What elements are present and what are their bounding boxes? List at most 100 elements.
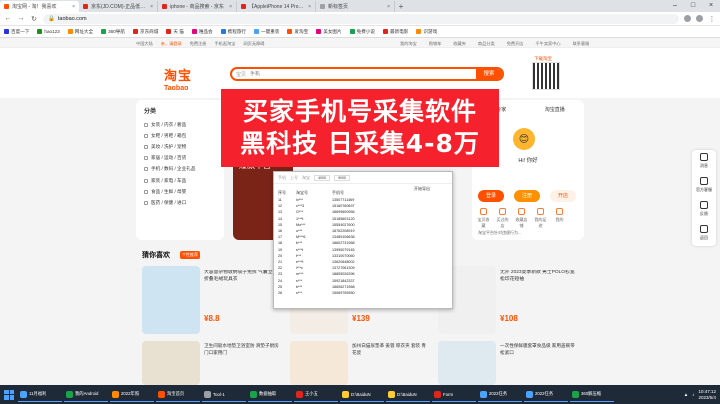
product-card[interactable]: 无外 2023夏季新款 男士POLO衫宽松印花短袖 ¥108 (438, 266, 578, 334)
user-shortcut[interactable]: 收藏店铺 (514, 208, 529, 229)
category-item[interactable]: 食品 / 生鲜 / 母婴 (144, 186, 216, 197)
notice-text[interactable]: 淘宝平台针对违规行为... (478, 230, 521, 236)
app-option[interactable]: 上号 (290, 175, 298, 181)
sidebar-button[interactable]: 反馈 (692, 198, 716, 222)
user-shortcut[interactable]: 宝贝收藏 (476, 208, 491, 229)
taskbar-item[interactable]: 11月福利 (18, 387, 62, 402)
open-shop-button[interactable]: 开店 (550, 190, 576, 202)
taskbar-item[interactable]: D:\BaiduN (340, 387, 384, 402)
bookmark-item[interactable]: 爱淘宝 (287, 29, 308, 35)
category-item[interactable]: 美妆 / 洗护 / 宠物 (144, 141, 216, 152)
app-option[interactable]: 手机 (278, 175, 286, 181)
windows-start-icon[interactable] (2, 388, 16, 402)
close-window-icon[interactable]: × (702, 0, 720, 12)
sidebar-button[interactable]: 官方客服 (692, 174, 716, 198)
export-button[interactable]: 开始导出 (414, 186, 430, 192)
browser-tab[interactable]: iphone - 商品搜索 - 京东 × (158, 1, 237, 12)
my-taobao-link[interactable]: 我的淘宝 (400, 41, 417, 47)
network-icon[interactable]: ▲ (684, 392, 688, 397)
bookmark-item[interactable]: 网址大全 (67, 29, 93, 35)
mobile-link[interactable]: 手机逛淘宝 (214, 41, 235, 47)
browser-tab[interactable]: 淘宝网 - 淘！我喜欢 × (0, 1, 79, 12)
browser-tab[interactable]: 京东(JD.COM)-正品低价、品质保障 × (79, 1, 158, 12)
product-card[interactable]: 加州白猫尿垫革 姜蓉 晾衣夹 套装 青花瓷 (290, 341, 430, 385)
bookmark-item[interactable]: 美女图片 (316, 29, 342, 35)
close-tab-icon[interactable]: × (150, 4, 153, 10)
category-item[interactable]: 女鞋 / 男鞋 / 箱包 (144, 130, 216, 141)
search-type[interactable]: 宝贝 (232, 71, 250, 78)
favorites-link[interactable]: 收藏夹 (453, 41, 466, 47)
maximize-icon[interactable]: □ (684, 0, 702, 12)
accessibility-link[interactable]: 网页无障碍 (243, 41, 264, 47)
product-card[interactable]: 卫生间吸水地垫卫浴室防 滑垫子厨房门口家用门 (142, 341, 282, 385)
login-button[interactable]: 登录 (478, 190, 504, 202)
taskbar-item[interactable]: 2022任务 (478, 387, 522, 402)
close-tab-icon[interactable]: × (229, 4, 232, 10)
customer-service-link[interactable]: 联系客服 (573, 41, 590, 47)
browser-tab[interactable]: 新标签页 × (316, 1, 395, 12)
user-tab[interactable]: 淘宝直播 (545, 106, 565, 113)
close-tab-icon[interactable]: × (387, 4, 390, 10)
taskbar-item[interactable]: 王小五 (294, 387, 338, 402)
region-link[interactable]: 中国大陆 (136, 41, 153, 47)
bookmark-item[interactable]: 唯品会 (191, 29, 213, 35)
category-item[interactable]: 医药 / 保健 / 进口 (144, 197, 216, 208)
bookmark-item[interactable]: 最新电影 (383, 29, 408, 35)
user-shortcut[interactable]: 我的足迹 (533, 208, 548, 229)
browser-tab[interactable]: 【AppleiPhone 14 Pro】Apple × (237, 1, 316, 12)
taskbar-item[interactable]: Form (432, 387, 476, 402)
reload-icon[interactable]: ↻ (30, 15, 38, 23)
extension-icon[interactable] (684, 15, 691, 22)
user-shortcut[interactable]: 买过的店 (495, 208, 510, 229)
app-option[interactable]: 淘宝 (302, 175, 310, 181)
minimize-icon[interactable]: – (666, 0, 684, 12)
back-icon[interactable]: ← (4, 15, 12, 22)
taskbar-item[interactable]: 360解压缩 (570, 387, 614, 402)
search-button[interactable]: 搜索 (476, 69, 502, 79)
volume-icon[interactable]: ♪ (692, 392, 694, 397)
bookmark-item[interactable]: 360导航 (101, 29, 125, 35)
bookmark-item[interactable]: 一键重装 (254, 29, 279, 35)
cart-link[interactable]: 购物车 (429, 41, 442, 47)
taskbar-item[interactable]: 我的Android (64, 387, 108, 402)
sidebar-button[interactable]: 返回 (692, 222, 716, 246)
bookmark-item[interactable]: 京东商城 (132, 29, 158, 35)
category-item[interactable]: 家装 / 家电 / 车品 (144, 175, 216, 186)
close-tab-icon[interactable]: × (72, 4, 75, 10)
bookmark-item[interactable]: 天 猫 (166, 29, 184, 35)
categories-link[interactable]: 商品分类 (478, 41, 495, 47)
sidebar-button[interactable]: 消息 (692, 150, 716, 174)
app-field[interactable]: 4000 (314, 174, 330, 181)
seller-center-link[interactable]: 千牛卖家中心 (535, 41, 560, 47)
taskbar-item[interactable]: 数据抽取 (248, 387, 292, 402)
login-link[interactable]: 亲，请登录 (161, 41, 182, 47)
new-tab-button[interactable]: + (395, 2, 407, 11)
taskbar-item[interactable]: Tool-1 (202, 387, 246, 402)
app-field[interactable]: 9000 (334, 174, 350, 181)
product-card[interactable]: 大容量杂物收纳袋子免拆 气囊立体折叠毛绒玩具衣 ¥8.8 (142, 266, 282, 334)
open-shop-link[interactable]: 免费开店 (507, 41, 524, 47)
url-field[interactable]: 🔒 taobao.com (43, 13, 679, 24)
search-input[interactable] (250, 71, 476, 77)
bookmark-item[interactable]: hao123 (37, 29, 60, 34)
taskbar-item[interactable]: 淘宝首页 (156, 387, 200, 402)
bookmark-item[interactable]: 携程旅行 (220, 29, 246, 35)
category-item[interactable]: 家居 / 运动 / 百货 (144, 153, 216, 164)
forward-icon[interactable]: → (17, 15, 25, 22)
taskbar-item[interactable]: 2022年照 (110, 387, 154, 402)
product-card[interactable]: 一次性保鲜膜套罩食品级 家用盖碗带松紧口 (438, 341, 578, 385)
close-tab-icon[interactable]: × (308, 4, 311, 10)
taobao-logo[interactable]: 淘宝 Taobao (164, 65, 192, 92)
profile-icon[interactable] (696, 15, 703, 22)
bookmark-item[interactable]: 免费小说 (349, 29, 375, 35)
clock[interactable]: 10:47:12 2023/5/4 (698, 389, 716, 401)
register-link[interactable]: 免费注册 (190, 41, 207, 47)
menu-icon[interactable]: ⋮ (708, 15, 716, 23)
register-button[interactable]: 注册 (514, 190, 540, 202)
user-shortcut[interactable]: 我的 (552, 208, 567, 229)
bookmark-item[interactable]: 百度一下 (4, 29, 29, 35)
bookmark-item[interactable]: 识游戏 (416, 29, 437, 35)
category-item[interactable]: 手机 / 数码 / 企业礼品 (144, 164, 216, 175)
category-item[interactable]: 女装 / 内衣 / 奢品 (144, 119, 216, 130)
taskbar-item[interactable]: D:\BaiduN (386, 387, 430, 402)
